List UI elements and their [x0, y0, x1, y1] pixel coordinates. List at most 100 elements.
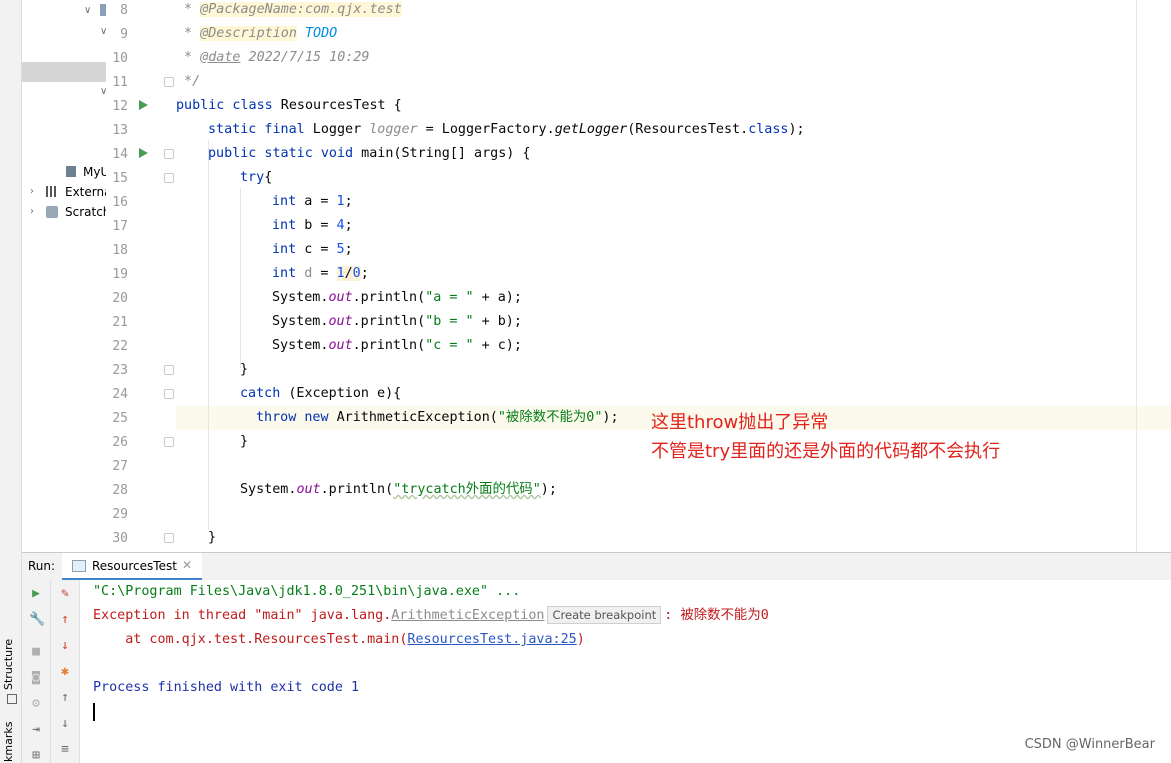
run-toolbar-left: ▶ 🔧 ■ ◙ ⚙ ⇥ ⊞ — [22, 580, 51, 763]
console-exception-line: Exception in thread "main" java.lang.Ari… — [93, 606, 769, 624]
arrow-up-red-icon[interactable]: ↑ — [58, 613, 72, 627]
code-line-23: } — [240, 362, 249, 377]
fold-marker-icon[interactable] — [164, 533, 174, 543]
soft-wrap-icon[interactable]: ≡ — [58, 743, 72, 757]
console-exit-line: Process finished with exit code 1 — [93, 680, 360, 695]
code-line-24: catch (Exception e){ — [240, 386, 402, 401]
code-line-13: static final Logger logger = LoggerFacto… — [208, 122, 805, 137]
code-line-25: throw new ArithmeticException("被除数不能为0")… — [256, 410, 619, 425]
clear-log-icon[interactable]: ✎ — [58, 587, 72, 601]
module-icon — [66, 166, 76, 177]
debug-icon[interactable]: ✱ — [58, 665, 72, 679]
line-number: 30 — [112, 531, 128, 546]
fold-marker-icon[interactable] — [164, 389, 174, 399]
line-number: 18 — [112, 243, 128, 258]
annotation-line-1: 这里throw抛出了异常 — [651, 412, 829, 433]
chevron-down-icon[interactable]: ∨ — [84, 5, 91, 16]
structure-tab[interactable]: Structure — [2, 639, 15, 690]
line-number: 28 — [112, 483, 128, 498]
wrench-icon[interactable]: 🔧 — [29, 613, 45, 627]
line-number: 13 — [112, 123, 128, 138]
line-number: 12 — [112, 99, 128, 114]
text-cursor — [93, 703, 95, 721]
console-stack-line: at com.qjx.test.ResourcesTest.main(Resou… — [93, 632, 585, 647]
stop-icon[interactable]: ■ — [29, 645, 43, 659]
indent-guide — [240, 188, 241, 368]
annotation-line-2: 不管是try里面的还是外面的代码都不会执行 — [651, 441, 1001, 462]
chevron-right-icon[interactable]: › — [30, 202, 34, 222]
code-line-16: int a = 1; — [272, 194, 353, 209]
indent-guide — [208, 140, 209, 530]
code-line-19: int d = 1/0; — [272, 266, 369, 281]
tree-item-module[interactable]: MyU — [66, 162, 106, 182]
tree-item-scratches[interactable]: › Scratch — [30, 202, 106, 222]
line-number: 29 — [112, 507, 128, 522]
code-editor[interactable]: * @PackageName:com.qjx.test * @Descripti… — [176, 0, 1136, 552]
create-breakpoint-button[interactable]: Create breakpoint — [547, 606, 662, 624]
bookmarks-tab[interactable]: kmarks — [2, 722, 15, 762]
line-number: 25 — [112, 411, 128, 426]
source-link[interactable]: ResourcesTest.java:25 — [407, 632, 576, 647]
tree-item-label: Scratch — [65, 205, 106, 219]
code-line-18: int c = 5; — [272, 242, 353, 257]
right-margin-guide — [1136, 0, 1137, 552]
line-number: 20 — [112, 291, 128, 306]
code-line-15: try{ — [240, 170, 273, 185]
down-icon[interactable]: ↓ — [58, 717, 72, 731]
line-number: 24 — [112, 387, 128, 402]
editor-gutter: 8 9 10 11 12 13 14 15 16 17 18 19 20 21 … — [106, 0, 176, 552]
fold-marker-icon[interactable] — [164, 437, 174, 447]
line-number: 26 — [112, 435, 128, 450]
project-tree: ∨ ∨ ∨ MyU › Externa › Scratch — [22, 0, 106, 552]
chevron-right-icon[interactable]: › — [30, 182, 34, 202]
exception-class-link[interactable]: ArithmeticException — [391, 608, 544, 623]
line-number: 15 — [112, 171, 128, 186]
line-number: 23 — [112, 363, 128, 378]
run-panel-header: Run: ResourcesTest ✕ — [22, 552, 1171, 581]
line-number: 27 — [112, 459, 128, 474]
code-line-9: * @Description TODO — [176, 26, 338, 41]
code-line-20: System.out.println("a = " + a); — [272, 290, 522, 305]
fold-marker-icon[interactable] — [164, 149, 174, 159]
fold-marker-icon[interactable] — [164, 365, 174, 375]
line-number: 8 — [120, 3, 128, 18]
tree-item-label: MyU — [83, 165, 106, 179]
structure-icon — [7, 694, 17, 704]
code-line-21: System.out.println("b = " + b); — [272, 314, 522, 329]
line-number: 16 — [112, 195, 128, 210]
fold-marker-icon[interactable] — [164, 77, 174, 87]
rerun-icon[interactable]: ▶ — [29, 587, 43, 601]
arrow-down-red-icon[interactable]: ↓ — [58, 639, 72, 653]
scratch-icon — [46, 206, 58, 218]
line-number: 14 — [112, 147, 128, 162]
left-tool-strip: Structure kmarks — [0, 0, 22, 763]
close-icon[interactable]: ✕ — [182, 558, 192, 572]
settings-icon[interactable]: ⚙ — [29, 697, 43, 711]
fold-marker-icon[interactable] — [164, 173, 174, 183]
code-line-28: System.out.println("trycatch外面的代码"); — [240, 482, 557, 497]
line-number: 22 — [112, 339, 128, 354]
tree-item-external-libraries[interactable]: › Externa — [30, 182, 106, 202]
library-icon — [46, 186, 58, 197]
console-command-line: "C:\Program Files\Java\jdk1.8.0_251\bin\… — [93, 584, 521, 599]
pin-icon[interactable]: ⊞ — [29, 749, 43, 763]
line-number: 21 — [112, 315, 128, 330]
tab-label: ResourcesTest — [92, 559, 177, 573]
line-number: 19 — [112, 267, 128, 282]
run-toolbar-right: ✎ ↑ ↓ ✱ ↑ ↓ ≡ — [51, 580, 80, 763]
run-console[interactable]: ▶ 🔧 ■ ◙ ⚙ ⇥ ⊞ ✎ ↑ ↓ ✱ ↑ ↓ ≡ "C:\Program … — [22, 580, 1171, 763]
up-icon[interactable]: ↑ — [58, 691, 72, 705]
run-class-icon[interactable] — [139, 100, 148, 110]
code-line-26: } — [240, 434, 249, 449]
code-line-14: public static void main(String[] args) { — [208, 146, 531, 161]
selected-tree-row[interactable] — [22, 62, 106, 82]
exit-icon[interactable]: ⇥ — [29, 723, 43, 737]
code-line-17: int b = 4; — [272, 218, 353, 233]
code-line-30: } — [208, 530, 217, 545]
tab-resources-test[interactable]: ResourcesTest ✕ — [62, 553, 202, 581]
console-icon — [72, 560, 86, 572]
run-main-icon[interactable] — [139, 148, 148, 158]
camera-icon[interactable]: ◙ — [29, 671, 43, 685]
line-number: 9 — [120, 27, 128, 42]
line-number: 11 — [112, 75, 128, 90]
